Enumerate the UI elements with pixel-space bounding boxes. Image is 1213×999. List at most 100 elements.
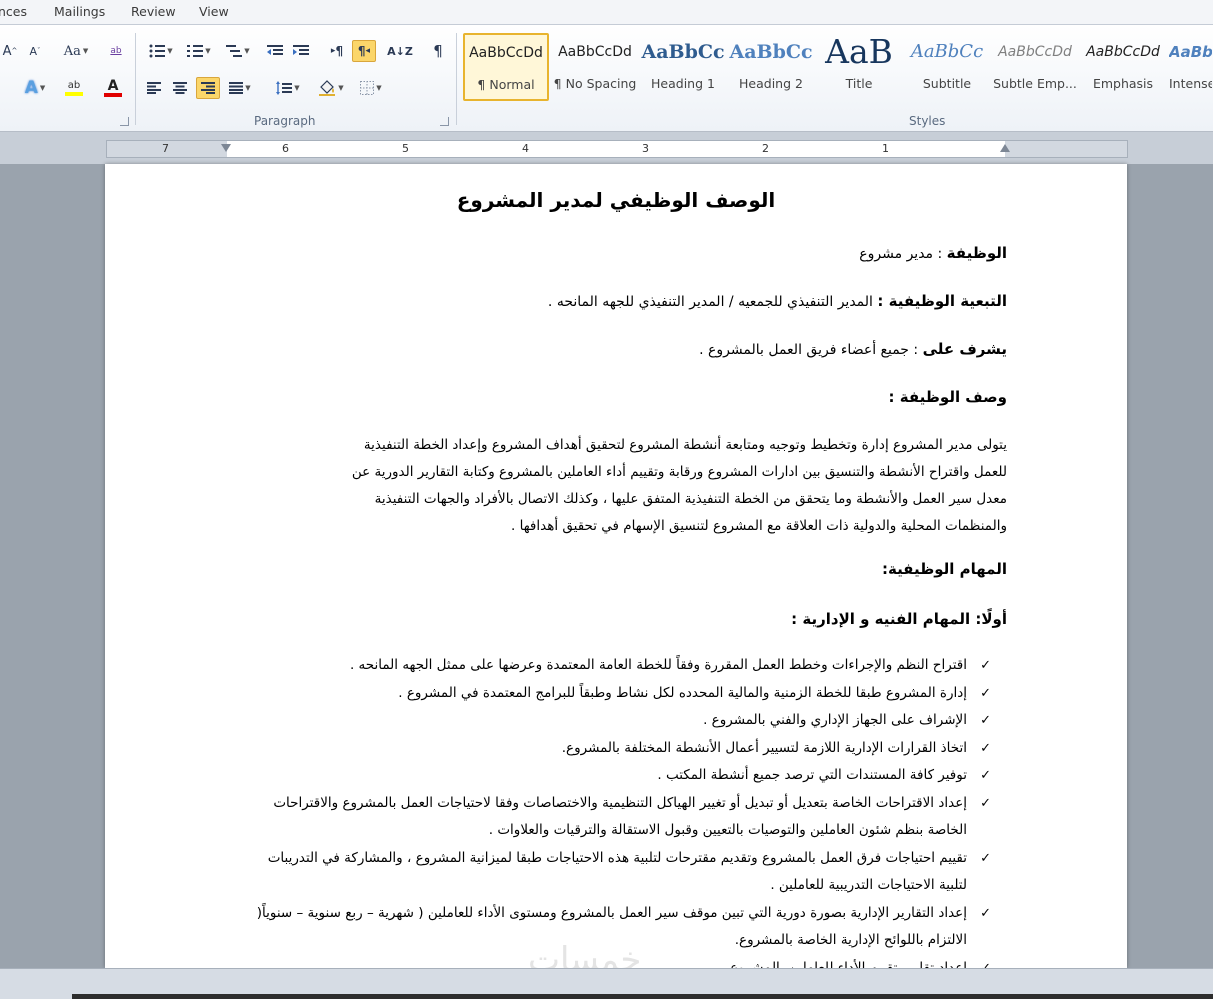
paragraph-line: للعمل واقتراح الأنشطة والتنسيق بين ادارا… <box>351 464 1007 480</box>
text-effects-button[interactable]: A ▼ <box>18 77 52 99</box>
reports-to-line: التبعية الوظيفية : المدير التنفيذي للجمع… <box>548 292 1007 310</box>
clear-formatting-button[interactable]: ab <box>105 40 127 62</box>
document-page[interactable]: الوصف الوظيفي لمدير المشروع الوظيفة : مد… <box>105 164 1127 968</box>
job-value: : مدير مشروع <box>859 246 943 262</box>
ruler-number: 2 <box>762 142 769 155</box>
paragraph-line: معدل سير العمل والأنشطة وما يتحقق من الخ… <box>374 491 1007 507</box>
numbering-button[interactable]: ▼ <box>183 40 215 62</box>
style-sample: AaBbCc <box>729 41 813 63</box>
decrease-indent-icon <box>267 45 283 55</box>
list-item-text: إعداد الاقتراحات الخاصة بتعديل أو تبديل … <box>273 794 967 839</box>
paragraph-line: يتولى مدير المشروع إدارة وتخطيط وتوجيه و… <box>363 437 1007 453</box>
font-dialog-launcher[interactable] <box>120 117 129 126</box>
borders-button[interactable]: ▼ <box>355 77 387 99</box>
shading-button[interactable]: ▼ <box>314 77 348 99</box>
ruler-number: 6 <box>282 142 289 155</box>
borders-icon <box>360 81 375 95</box>
change-case-button[interactable]: Aa ▼ <box>60 40 92 62</box>
pilcrow-icon: ¶ <box>433 42 443 60</box>
font-color-swatch <box>104 93 122 97</box>
ruler-number: 5 <box>402 142 409 155</box>
chevron-down-icon: ▼ <box>245 84 251 92</box>
align-left-button[interactable] <box>143 77 165 99</box>
multilevel-list-icon <box>226 45 243 57</box>
ruler-number: 7 <box>162 142 169 155</box>
document-title: الوصف الوظيفي لمدير المشروع <box>456 188 776 212</box>
style-sample: AaBb <box>1169 43 1212 61</box>
style-name: Heading 2 <box>739 76 803 91</box>
style-sample: AaBbCcDd <box>998 44 1072 60</box>
align-center-icon <box>173 82 187 94</box>
list-item: ✓ إدارة المشروع طبقا للخطة الزمنية والمال… <box>237 680 991 708</box>
justify-button[interactable]: ▼ <box>224 77 256 99</box>
style-sample: AaB <box>825 34 893 70</box>
list-item-text: توفير كافة المستندات التي ترصد جميع أنشط… <box>657 767 967 783</box>
clear-formatting-icon: ab <box>110 46 122 56</box>
paragraph-dialog-launcher[interactable] <box>440 117 449 126</box>
align-center-button[interactable] <box>169 77 191 99</box>
line-spacing-button[interactable]: ▼ <box>272 77 304 99</box>
tab-mailings[interactable]: Mailings <box>54 4 105 19</box>
right-to-left-button[interactable]: ¶ ◂ <box>352 40 376 62</box>
shrink-font-button[interactable]: Aˇ <box>25 40 45 62</box>
style-name: ¶ Normal <box>477 77 535 92</box>
decrease-indent-button[interactable] <box>264 40 286 62</box>
font-color-button[interactable]: A <box>96 77 130 99</box>
text-highlight-button[interactable]: ab <box>56 77 92 99</box>
paragraph-group-label: Paragraph <box>254 114 316 128</box>
style-emphasis[interactable]: AaBbCcDd Emphasis <box>1080 33 1166 101</box>
style-sample: AaBbCcDd <box>469 45 543 61</box>
style-normal[interactable]: AaBbCcDd ¶ Normal <box>463 33 549 101</box>
style-heading-1[interactable]: AaBbCc Heading 1 <box>640 33 726 101</box>
style-name: Subtitle <box>922 76 972 91</box>
change-case-icon: Aa <box>63 43 81 59</box>
right-indent-marker[interactable] <box>1000 144 1010 152</box>
style-heading-2[interactable]: AaBbCc Heading 2 <box>728 33 814 101</box>
align-right-button[interactable] <box>196 77 220 99</box>
highlight-color-swatch <box>65 92 83 96</box>
tab-references[interactable]: nces <box>0 4 27 19</box>
show-formatting-marks-button[interactable]: ¶ <box>427 40 449 62</box>
group-separator <box>456 33 457 125</box>
grow-font-button[interactable]: A ^ <box>0 40 20 62</box>
style-no-spacing[interactable]: AaBbCcDd ¶ No Spacing <box>552 33 638 101</box>
checkmark-icon: ✓ <box>980 768 991 783</box>
tab-view[interactable]: View <box>199 4 229 19</box>
style-title[interactable]: AaB Title <box>816 33 902 101</box>
multilevel-list-button[interactable]: ▼ <box>222 40 254 62</box>
left-indent-marker[interactable] <box>221 144 231 152</box>
style-subtitle[interactable]: AaBbCc Subtitle <box>904 33 990 101</box>
checkmark-icon: ✓ <box>980 658 991 673</box>
style-name: Intense <box>1169 76 1212 91</box>
taskbar-strip <box>72 994 1213 999</box>
sort-icon: A↓Z <box>387 44 413 58</box>
ltr-pilcrow-icon: ¶ <box>335 44 344 58</box>
technical-tasks-heading: أولًا: المهام الفنيه و الإدارية : <box>791 610 1007 628</box>
sort-button[interactable]: A↓Z <box>387 40 413 62</box>
shrink-font-icon: A <box>29 44 38 58</box>
bullets-button[interactable]: ▼ <box>145 40 177 62</box>
left-to-right-button[interactable]: ▸ ¶ <box>326 40 348 62</box>
style-intense[interactable]: AaBb Intense <box>1168 33 1213 101</box>
list-item: ✓ توفير كافة المستندات التي ترصد جميع أنش… <box>237 762 991 790</box>
checkmark-icon: ✓ <box>980 685 991 701</box>
job-description-paragraph: يتولى مدير المشروع إدارة وتخطيط وتوجيه و… <box>247 432 1007 540</box>
tasks-heading: المهام الوظيفية: <box>881 560 1007 578</box>
style-subtle-emphasis[interactable]: AaBbCcDd Subtle Emp... <box>992 33 1078 101</box>
tasks-list: ✓ اقتراح النظم والإجراءات وخطط العمل المق… <box>237 652 991 968</box>
checkmark-icon: ✓ <box>980 905 991 921</box>
style-sample: AaBbCcDd <box>1086 44 1160 60</box>
paint-bucket-icon <box>319 80 336 96</box>
horizontal-ruler[interactable]: 7 6 5 4 3 2 1 <box>106 140 1128 158</box>
chevron-down-icon: ▼ <box>338 84 344 92</box>
increase-indent-button[interactable] <box>290 40 312 62</box>
ribbon: A ^ Aˇ Aa ▼ ab A ▼ ab A ▼ ▼ ▼ ▸ ¶ ¶ ◂ A↓Z ¶ ▼ <box>0 24 1213 132</box>
rtl-pilcrow-icon: ¶ <box>357 44 366 58</box>
list-item-text: اقتراح النظم والإجراءات وخطط العمل المقر… <box>349 657 967 673</box>
style-name: Emphasis <box>1092 76 1154 91</box>
job-description-heading: وصف الوظيفة : <box>888 388 1007 406</box>
supervises-value: : جميع أعضاء فريق العمل بالمشروع . <box>699 342 919 358</box>
tab-review[interactable]: Review <box>131 4 176 19</box>
font-color-icon: A <box>107 78 119 94</box>
ribbon-tab-strip: nces Mailings Review View <box>0 0 1213 24</box>
